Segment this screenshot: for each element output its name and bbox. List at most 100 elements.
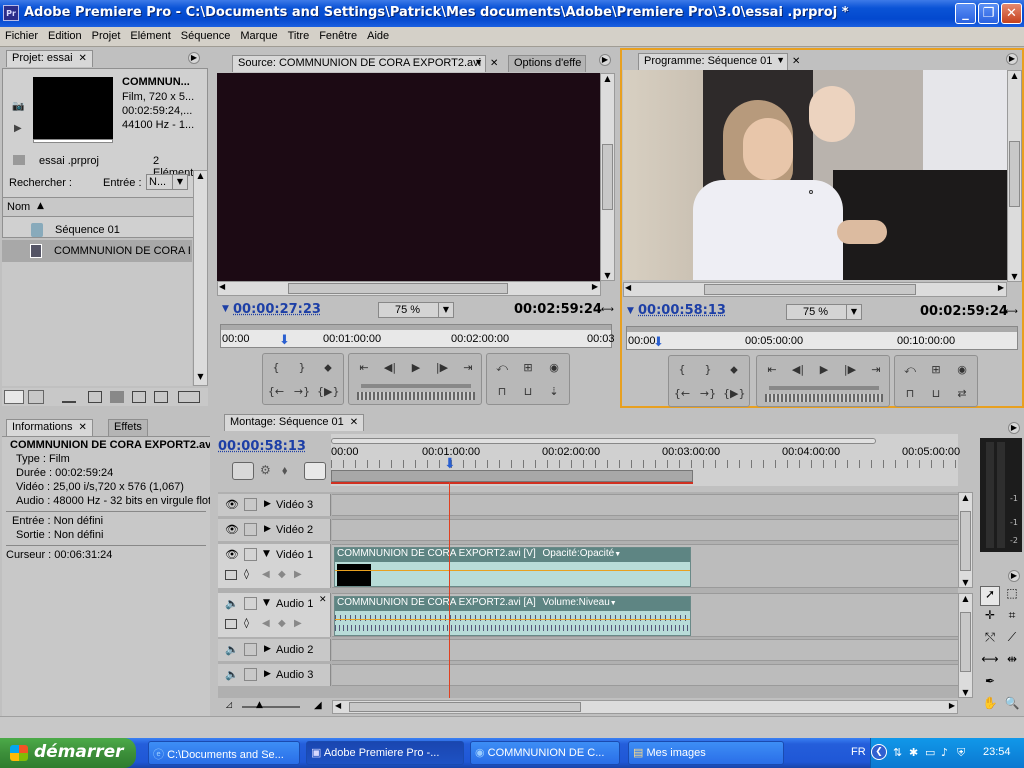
- step-back-icon[interactable]: ◀|: [787, 360, 809, 380]
- trim-icon[interactable]: ⇄: [951, 384, 973, 404]
- eye-icon[interactable]: 👁: [225, 498, 239, 511]
- expand-arrow-icon[interactable]: ▶: [264, 644, 271, 654]
- expand-arrow-icon[interactable]: ▶: [264, 669, 271, 679]
- selection-tool-icon[interactable]: ➚: [980, 586, 1000, 606]
- scroll-thumb[interactable]: [1009, 141, 1020, 207]
- slide-tool-icon[interactable]: ⇹: [1002, 652, 1022, 672]
- find-icon[interactable]: [88, 391, 102, 403]
- source-timecode[interactable]: 00:00:27:23: [233, 302, 321, 317]
- waveform-toggle-icon[interactable]: [225, 619, 237, 629]
- track-audio3[interactable]: [332, 664, 958, 686]
- mark-out-icon[interactable]: }: [291, 358, 313, 378]
- playhead-icon[interactable]: ⬇: [279, 333, 290, 348]
- bluetooth-icon[interactable]: ✱: [909, 746, 918, 759]
- network-icon[interactable]: ⇅: [893, 746, 902, 759]
- source-h-scrollbar[interactable]: ◀ ▶: [217, 281, 601, 296]
- close-icon[interactable]: ✕: [490, 58, 498, 69]
- loop-icon[interactable]: ⤺: [491, 358, 513, 378]
- menu-element[interactable]: Elément: [125, 27, 175, 42]
- monitor-icon[interactable]: ▭: [925, 746, 935, 759]
- play-icon[interactable]: ▶: [405, 358, 427, 378]
- panel-menu-icon[interactable]: ▶: [188, 52, 200, 64]
- take-audio-video-icon[interactable]: ⇣: [543, 382, 565, 402]
- column-header[interactable]: Nom ▲: [3, 197, 193, 217]
- speaker-icon[interactable]: 🔈: [225, 643, 239, 656]
- zoom-bar[interactable]: [627, 327, 1017, 332]
- track-video3[interactable]: [332, 494, 958, 516]
- keyframe-toggle-icon[interactable]: ◊: [244, 569, 249, 580]
- close-icon[interactable]: ✕: [79, 53, 87, 64]
- scroll-down-icon[interactable]: ▼: [959, 578, 972, 587]
- slip-tool-icon[interactable]: ⟷: [980, 652, 1000, 672]
- chevron-down-icon[interactable]: ▼: [222, 304, 229, 314]
- scroll-up-icon[interactable]: ▲: [959, 493, 972, 502]
- menu-marque[interactable]: Marque: [235, 27, 282, 42]
- source-v-scrollbar[interactable]: ▲ ▼: [600, 73, 615, 281]
- automate-icon[interactable]: [62, 391, 76, 403]
- track-video2[interactable]: [332, 519, 958, 541]
- mark-in-icon[interactable]: {: [671, 360, 693, 380]
- zoom-track[interactable]: [242, 706, 300, 708]
- prev-marker-icon[interactable]: ⇤: [353, 358, 375, 378]
- zoom-in-icon[interactable]: ◢: [314, 700, 322, 711]
- keyframe-icon[interactable]: ⬧: [282, 463, 287, 478]
- menu-titre[interactable]: Titre: [283, 27, 315, 42]
- audio-clip[interactable]: COMMNUNION DE CORA EXPORT2.avi [A] Volum…: [334, 596, 691, 636]
- work-area-icon[interactable]: [304, 462, 326, 480]
- next-marker-icon[interactable]: ⇥: [457, 358, 479, 378]
- chevron-down-icon[interactable]: ▼: [627, 306, 634, 316]
- shuttle-slider[interactable]: [769, 386, 879, 390]
- source-time-ruler[interactable]: 00:00 00:01:00:00 00:02:00:00 00:03 ⬇: [220, 324, 615, 348]
- camera-icon[interactable]: 📷: [12, 101, 24, 112]
- audio-tracks-scrollbar[interactable]: ▲ ▼: [958, 593, 973, 698]
- scroll-thumb[interactable]: [960, 612, 971, 672]
- expand-icon[interactable]: ⟷: [1005, 307, 1018, 317]
- panel-menu-icon[interactable]: ▶: [1006, 53, 1018, 65]
- taskbar-button-images[interactable]: ▤ Mes images: [628, 741, 784, 765]
- overlay-icon[interactable]: ⊔: [517, 382, 539, 402]
- source-zoom-dropdown[interactable]: 75 % ▼: [378, 302, 454, 318]
- program-h-scrollbar[interactable]: ◀ ▶: [623, 282, 1007, 297]
- step-forward-icon[interactable]: |▶: [839, 360, 861, 380]
- close-icon[interactable]: ✕: [79, 422, 87, 433]
- tab-effect-options[interactable]: Options d'effe: [508, 55, 586, 72]
- safe-margins-icon[interactable]: ⊞: [925, 360, 947, 380]
- scroll-right-icon[interactable]: ▶: [592, 282, 598, 291]
- pen-tool-icon[interactable]: ✒: [980, 674, 1000, 694]
- volume-icon[interactable]: ♪: [941, 746, 948, 759]
- prev-keyframe-icon[interactable]: ◀: [262, 618, 270, 629]
- scroll-thumb[interactable]: [704, 284, 916, 295]
- icon-view-icon[interactable]: [28, 390, 44, 404]
- chevron-down-icon[interactable]: ▼: [610, 600, 617, 607]
- set-marker-icon[interactable]: ⬥: [723, 360, 745, 380]
- tab-project[interactable]: Projet: essai ✕: [6, 50, 93, 67]
- zoom-out-icon[interactable]: ◿: [226, 700, 232, 709]
- step-back-icon[interactable]: ◀|: [379, 358, 401, 378]
- chevron-down-icon[interactable]: ▼: [474, 57, 483, 67]
- opacity-line[interactable]: [335, 570, 690, 571]
- add-keyframe-icon[interactable]: ◆: [278, 618, 286, 629]
- menu-fenetre[interactable]: Fenêtre: [314, 27, 362, 42]
- zoom-tool-icon[interactable]: 🔍: [1002, 696, 1022, 716]
- play-icon[interactable]: ▶: [813, 360, 835, 380]
- track-audio1[interactable]: COMMNUNION DE CORA EXPORT2.avi [A] Volum…: [332, 593, 958, 637]
- project-scrollbar[interactable]: ▲ ▼: [193, 170, 208, 386]
- mark-in-icon[interactable]: {: [265, 358, 287, 378]
- jog-wheel[interactable]: [357, 392, 475, 400]
- panel-scroll-icon[interactable]: [178, 391, 200, 403]
- minimize-button[interactable]: _: [955, 3, 976, 24]
- scroll-down-icon[interactable]: ▼: [601, 271, 614, 280]
- new-bin-icon[interactable]: [110, 391, 124, 403]
- tray-expand-icon[interactable]: ❮: [871, 744, 887, 760]
- safety-icon[interactable]: ⛨: [957, 746, 965, 760]
- add-keyframe-icon[interactable]: ◆: [278, 569, 286, 580]
- lock-toggle[interactable]: [244, 498, 257, 511]
- goto-out-icon[interactable]: →}: [291, 382, 313, 402]
- chevron-down-icon[interactable]: ▼: [614, 551, 621, 558]
- scroll-down-icon[interactable]: ▼: [1008, 272, 1021, 281]
- rolling-edit-tool-icon[interactable]: ⌗: [1002, 608, 1022, 628]
- timeline-timecode[interactable]: 00:00:58:13: [218, 439, 306, 454]
- lift-icon[interactable]: ⊓: [899, 384, 921, 404]
- ripple-edit-tool-icon[interactable]: ✛: [980, 608, 1000, 628]
- eye-icon[interactable]: 👁: [225, 548, 239, 561]
